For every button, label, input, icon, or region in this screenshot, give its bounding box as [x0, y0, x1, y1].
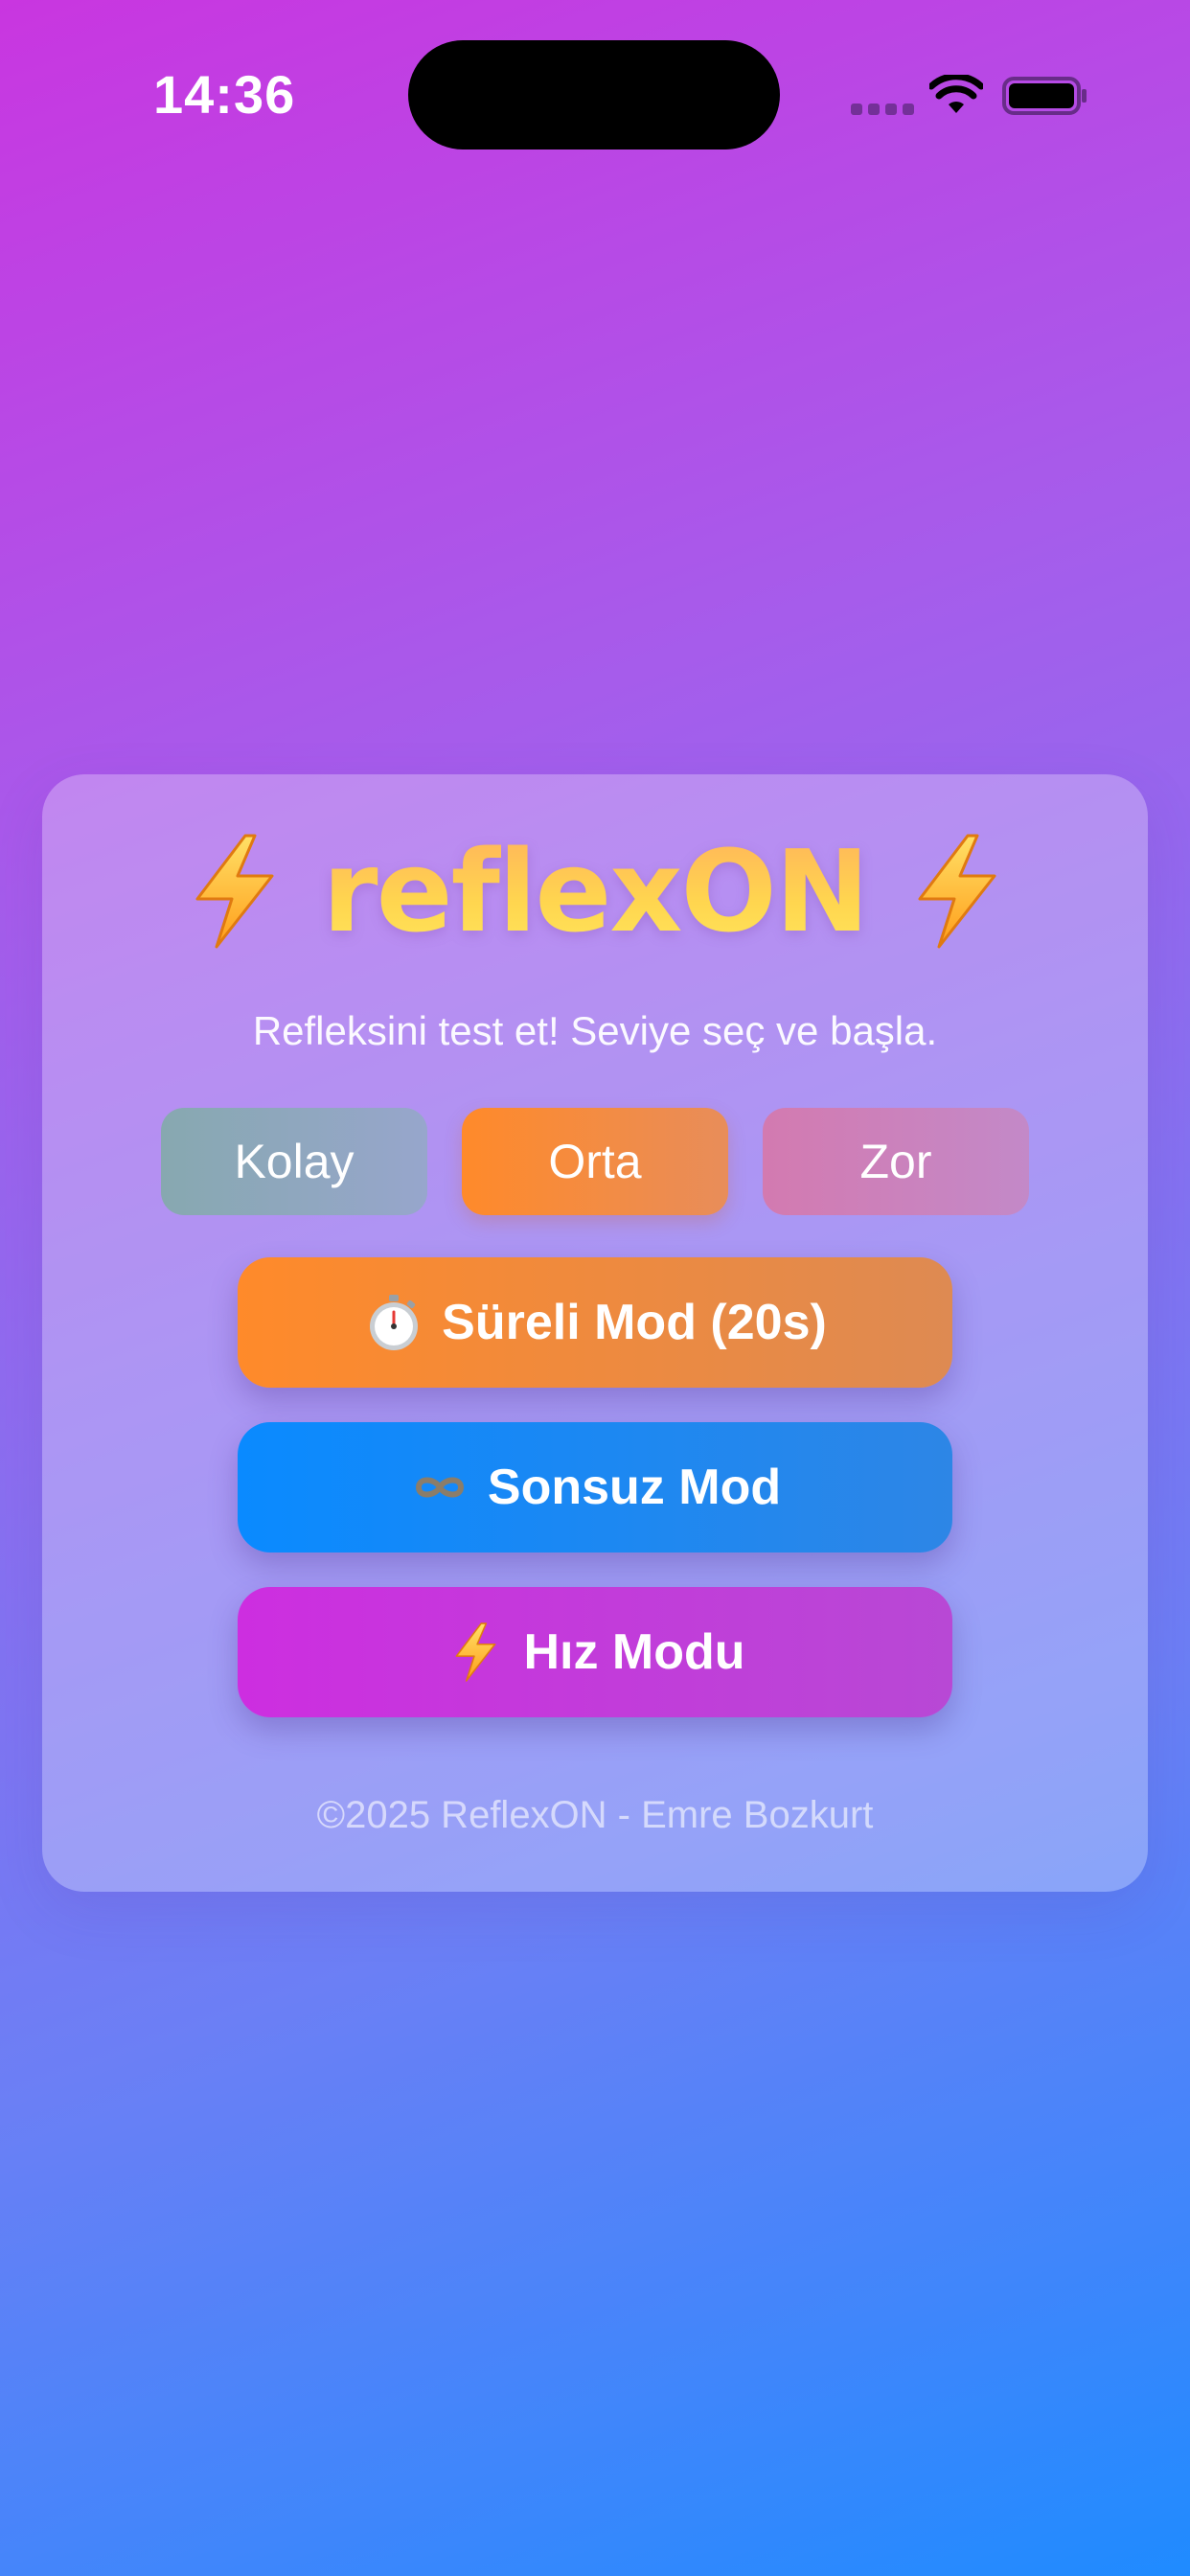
level-button-orta[interactable]: Orta [462, 1108, 728, 1215]
speed-mode-button[interactable]: Hız Modu [238, 1587, 952, 1717]
lightning-icon [195, 834, 274, 949]
level-selector: Kolay Orta Zor [161, 1108, 1029, 1215]
main-card: reflexON Refleksini test et! Seviye seç … [42, 774, 1148, 1892]
status-bar: 14:36 [0, 0, 1190, 192]
status-time: 14:36 [153, 64, 296, 125]
timed-mode-label: Süreli Mod (20s) [442, 1295, 827, 1350]
timed-mode-button[interactable]: Süreli Mod (20s) [238, 1257, 952, 1388]
lightning-icon [456, 1622, 496, 1682]
lightning-icon [918, 834, 996, 949]
cellular-signal-icon [851, 104, 914, 115]
infinity-icon [415, 1477, 464, 1498]
endless-mode-button[interactable]: Sonsuz Mod [238, 1422, 952, 1552]
endless-mode-label: Sonsuz Mod [487, 1460, 782, 1515]
level-button-kolay[interactable]: Kolay [161, 1108, 427, 1215]
speed-mode-label: Hız Modu [523, 1624, 745, 1680]
battery-icon [1002, 77, 1087, 115]
title-row: reflexON [42, 832, 1148, 951]
app-title: reflexON [322, 825, 869, 957]
app-subtitle: Refleksini test et! Seviye seç ve başla. [252, 1008, 938, 1053]
level-button-zor[interactable]: Zor [763, 1108, 1029, 1215]
wifi-icon [929, 75, 983, 113]
footer-copyright: ©2025 ReflexON - Emre Bozkurt [316, 1794, 874, 1836]
dynamic-island [408, 40, 780, 150]
stopwatch-icon [370, 1295, 419, 1350]
